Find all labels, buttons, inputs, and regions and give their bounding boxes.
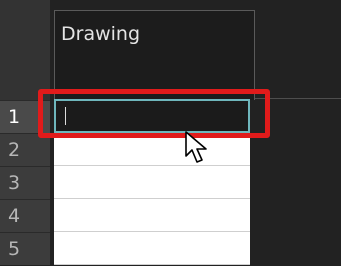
row-gutter-header	[0, 0, 50, 100]
drawing-cell-3[interactable]	[54, 166, 250, 199]
row-number-3[interactable]: 3	[0, 166, 50, 199]
column-header-drawing[interactable]: Drawing	[54, 10, 255, 100]
row-number-5[interactable]: 5	[0, 232, 50, 265]
column-title: Drawing	[61, 23, 141, 45]
exposure-sheet: Drawing 1 2 3 4 5	[0, 0, 341, 265]
highlight-box	[38, 89, 270, 138]
drawing-cell-5[interactable]	[54, 232, 250, 265]
arrow-pointer-icon	[185, 131, 207, 163]
drawing-cell-4[interactable]	[54, 199, 250, 232]
row-number-4[interactable]: 4	[0, 199, 50, 232]
